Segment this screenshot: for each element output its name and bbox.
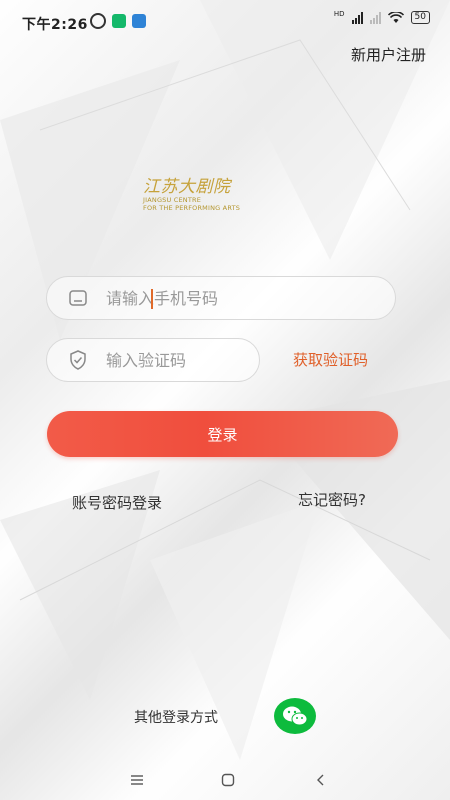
get-verification-code-button[interactable]: 获取验证码: [293, 349, 368, 370]
system-navigation-bar: [0, 760, 450, 800]
back-nav-button[interactable]: [309, 768, 333, 792]
alarm-icon: [90, 13, 106, 29]
menu-nav-button[interactable]: [125, 768, 149, 792]
status-time: 下午2:26: [22, 17, 88, 33]
verification-code-input[interactable]: [104, 349, 248, 371]
message-app-icon: [112, 14, 126, 28]
wechat-login-button[interactable]: [274, 698, 316, 734]
menu-icon: [131, 775, 143, 785]
back-chevron-icon: [317, 774, 324, 786]
background-shapes: [0, 0, 450, 760]
wechat-icon: [283, 706, 308, 726]
logo-line-2: FOR THE PERFORMING ARTS: [143, 204, 241, 212]
battery-icon: 50: [410, 11, 430, 24]
background-texture: [0, 0, 450, 800]
verification-code-field[interactable]: [46, 338, 260, 382]
new-user-register-link[interactable]: 新用户注册: [351, 44, 426, 65]
mail-app-icon: [132, 14, 146, 28]
logo-line-1: JIANGSU CENTRE: [143, 196, 202, 204]
logo-script-text: 江苏大剧院: [143, 177, 231, 197]
shield-check-icon: [69, 350, 87, 370]
other-login-methods-label: 其他登录方式: [134, 710, 218, 726]
forgot-password-link[interactable]: 忘记密码?: [298, 489, 366, 510]
password-login-link[interactable]: 账号密码登录: [72, 492, 162, 513]
status-bar: 下午2:26 HD 50: [0, 0, 450, 40]
network-type-label: HD: [333, 9, 345, 18]
phone-input[interactable]: [104, 287, 328, 309]
signal-strength-icon: [351, 11, 363, 24]
status-notification-icons: [90, 13, 146, 29]
app-logo: 江苏大剧院 JIANGSU CENTRE FOR THE PERFORMING …: [143, 178, 263, 218]
phone-icon: [69, 289, 87, 307]
home-square-icon: [221, 773, 235, 787]
wifi-icon: [387, 11, 404, 23]
status-system-icons: HD 50: [333, 9, 430, 24]
home-nav-button[interactable]: [216, 768, 240, 792]
text-cursor: [151, 289, 153, 309]
signal-strength-secondary-icon: [369, 11, 381, 24]
login-button[interactable]: 登录: [47, 411, 398, 457]
phone-field[interactable]: [46, 276, 396, 320]
